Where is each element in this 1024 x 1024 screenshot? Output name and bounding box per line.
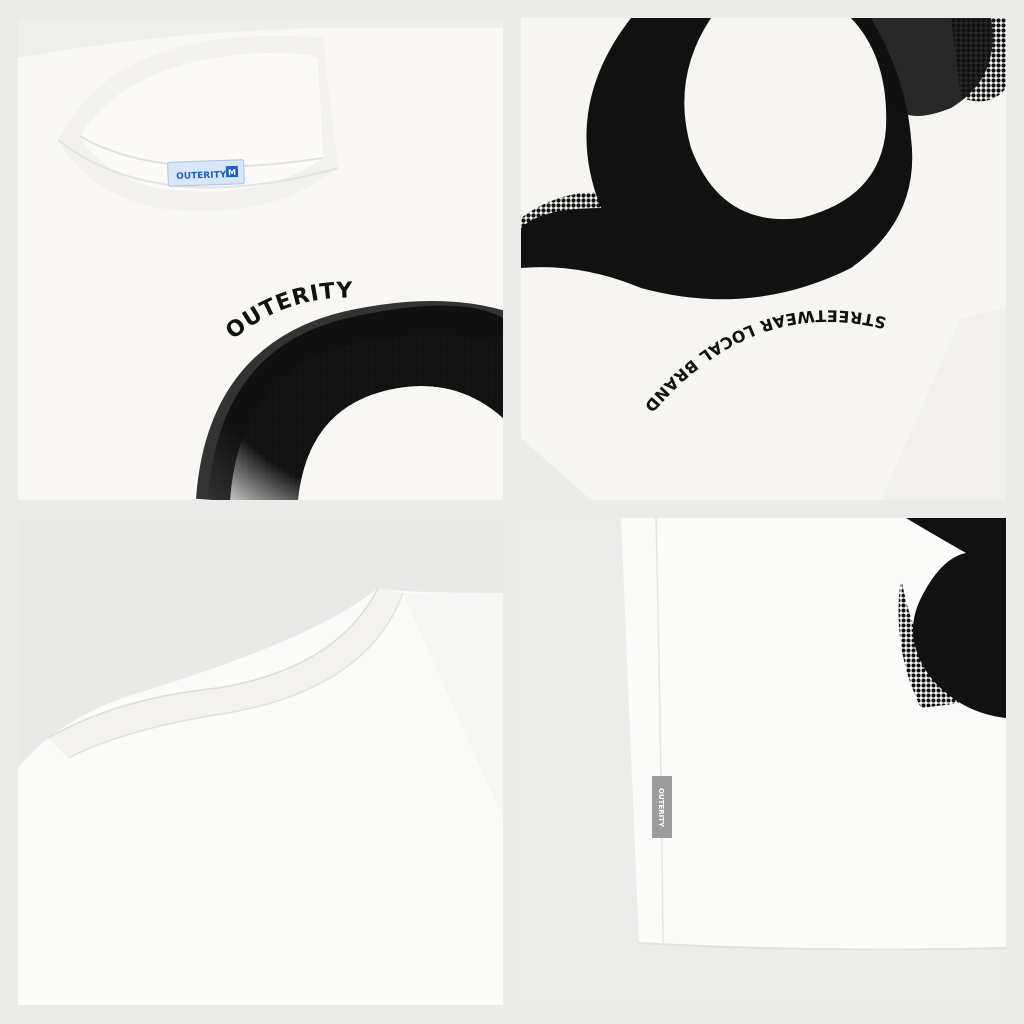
side-tag-text: OUTERITY (657, 788, 665, 828)
neck-label: OUTERITY M (167, 159, 245, 187)
neck-label-size: M (228, 168, 236, 177)
side-tag: OUTERITY (652, 776, 672, 838)
product-photo-collage: OUTERITY M OUTERITY STREETWEAR LOCAL BRA… (0, 0, 1024, 1024)
panel-side-tag: OUTERITY (521, 518, 1006, 1005)
front-collar-image: OUTERITY M OUTERITY (18, 18, 503, 500)
panel-back-print: STREETWEAR LOCAL BRAND (521, 18, 1006, 500)
back-print-image: STREETWEAR LOCAL BRAND (521, 18, 1006, 500)
back-collar-image (18, 518, 503, 1005)
neck-label-text: OUTERITY (176, 170, 227, 182)
side-tag-image: OUTERITY (521, 518, 1006, 1005)
panel-front-collar: OUTERITY M OUTERITY (18, 18, 503, 500)
panel-back-collar (18, 518, 503, 1005)
